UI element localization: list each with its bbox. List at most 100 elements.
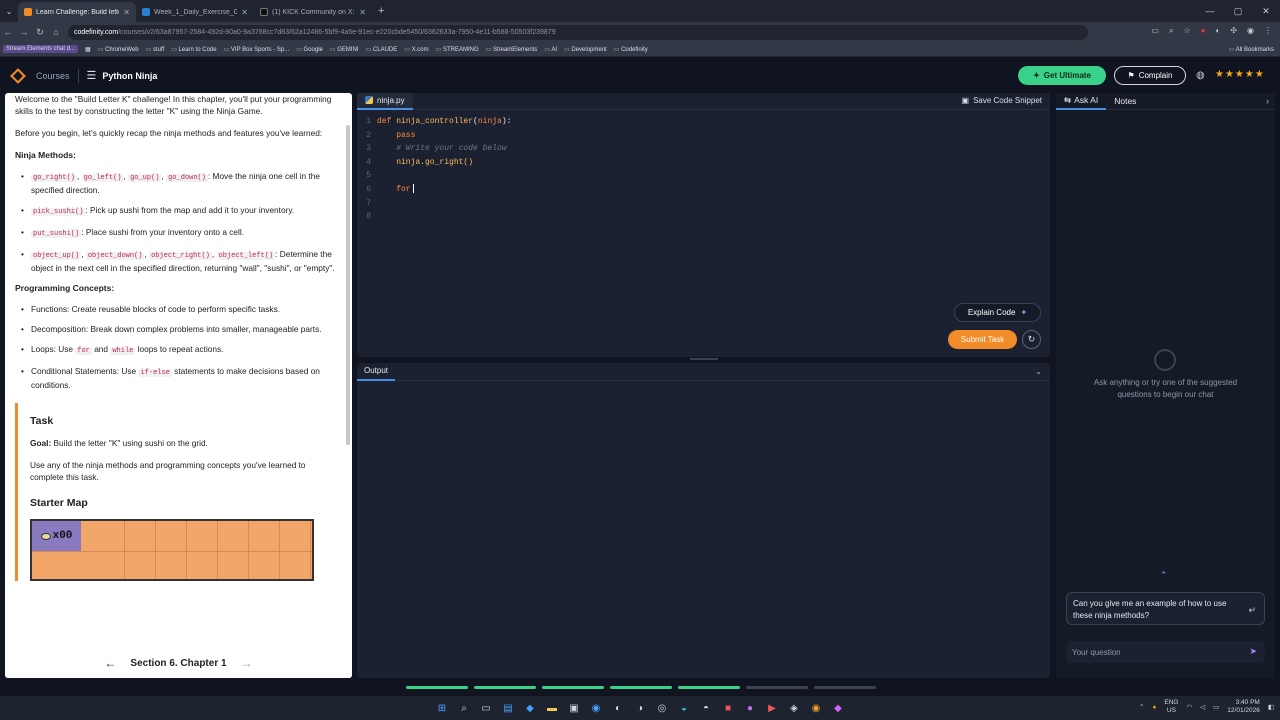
language-indicator[interactable]: ENG US bbox=[1164, 699, 1178, 715]
bookmark-item[interactable]: STREAMING bbox=[436, 46, 479, 53]
app-icon[interactable]: ◈ bbox=[785, 699, 803, 717]
chrome-icon[interactable]: ◉ bbox=[807, 699, 825, 717]
app-icon[interactable]: ▶ bbox=[763, 699, 781, 717]
close-tab-icon[interactable]: ✕ bbox=[359, 8, 366, 17]
bookmark-item[interactable]: AI bbox=[544, 46, 557, 53]
minimize-icon[interactable]: — bbox=[1196, 0, 1224, 22]
zoom-icon[interactable]: ⌕ bbox=[1169, 26, 1173, 36]
app-icon[interactable]: ◆ bbox=[829, 699, 847, 717]
widgets-icon[interactable]: ▤ bbox=[499, 699, 517, 717]
bookmark-item[interactable]: Stream Elements chat d... bbox=[3, 45, 79, 53]
extension-icon[interactable]: ● bbox=[1201, 26, 1206, 36]
maximize-icon[interactable]: ▢ bbox=[1224, 0, 1252, 22]
tray-chevron-icon[interactable]: ⌃ bbox=[1139, 703, 1144, 711]
bookmark-item[interactable]: stuff bbox=[146, 46, 164, 53]
close-window-icon[interactable]: ✕ bbox=[1252, 0, 1280, 22]
explain-code-button[interactable]: Explain Code ✦ bbox=[954, 303, 1041, 322]
complain-button[interactable]: ⚑ Complain bbox=[1114, 66, 1186, 85]
app-icon[interactable]: ■ bbox=[719, 699, 737, 717]
bookmark-item[interactable]: CLAUDE bbox=[366, 46, 397, 53]
next-chapter-arrow-icon[interactable]: → bbox=[241, 656, 253, 670]
reload-icon[interactable]: ↻ bbox=[32, 27, 48, 38]
task-view-icon[interactable]: ▭ bbox=[477, 699, 495, 717]
progress-segment[interactable] bbox=[406, 686, 468, 689]
mic-icon[interactable]: ● bbox=[1152, 704, 1156, 711]
steam-icon[interactable]: ◓ bbox=[697, 699, 715, 717]
file-tab[interactable]: ninja.py bbox=[357, 92, 413, 110]
windows-start-icon[interactable]: ⊞ bbox=[433, 699, 451, 717]
new-tab-icon[interactable]: + bbox=[378, 5, 384, 17]
suggested-question[interactable]: Can you give me an example of how to use… bbox=[1066, 592, 1265, 625]
bookmark-item[interactable]: Development bbox=[564, 46, 606, 53]
bookmark-item[interactable]: Google bbox=[296, 46, 323, 53]
get-ultimate-button[interactable]: ✦ Get Ultimate bbox=[1018, 66, 1106, 85]
send-icon[interactable]: ➤ bbox=[1249, 646, 1257, 657]
battery-icon[interactable]: ▭ bbox=[1213, 703, 1219, 711]
wifi-icon[interactable]: ◠ bbox=[1186, 703, 1192, 711]
progress-segment[interactable] bbox=[542, 686, 604, 689]
tab-search-icon[interactable]: ⌄ bbox=[0, 2, 18, 20]
submit-task-button[interactable]: Submit Task bbox=[948, 330, 1017, 349]
menu-icon[interactable]: ☰ bbox=[87, 69, 97, 82]
save-snippet-button[interactable]: ▣ Save Code Snippet bbox=[962, 96, 1043, 105]
browser-tab-1[interactable]: Learn Challenge: Build letter K | ✕ bbox=[18, 2, 136, 22]
question-input[interactable] bbox=[1072, 647, 1237, 657]
close-tab-icon[interactable]: ✕ bbox=[123, 8, 130, 17]
bookmark-star-icon[interactable]: ☆ bbox=[1183, 26, 1190, 36]
app-icon[interactable]: ◉ bbox=[587, 699, 605, 717]
rating-stars[interactable]: ★★★★★ bbox=[1215, 69, 1265, 80]
app-icon[interactable]: ● bbox=[741, 699, 759, 717]
prev-chapter-arrow-icon[interactable]: ← bbox=[104, 656, 116, 670]
back-icon[interactable]: ← bbox=[0, 27, 16, 37]
bookmark-item[interactable]: Learn to Code bbox=[171, 46, 217, 53]
bookmark-item[interactable]: Codefinity bbox=[614, 46, 648, 53]
lesson-scrollbar[interactable] bbox=[346, 125, 350, 445]
clock[interactable]: 3:40 PM 12/01/2026 bbox=[1227, 699, 1260, 715]
terminal-icon[interactable]: ▣ bbox=[565, 699, 583, 717]
home-icon[interactable]: ⌂ bbox=[48, 27, 64, 37]
output-tab[interactable]: Output bbox=[357, 363, 396, 381]
bookmark-item[interactable]: StreamElements bbox=[486, 46, 537, 53]
forward-icon[interactable]: → bbox=[16, 27, 32, 37]
language-globe-icon[interactable]: ◍ bbox=[1196, 70, 1205, 81]
close-tab-icon[interactable]: ✕ bbox=[241, 8, 248, 17]
expand-suggestions-icon[interactable]: ⌃ bbox=[1160, 570, 1168, 581]
progress-segment[interactable] bbox=[610, 686, 672, 689]
app-icon[interactable]: ◎ bbox=[653, 699, 671, 717]
bookmark-item[interactable]: ChromeWeb bbox=[98, 46, 139, 53]
progress-segment[interactable] bbox=[746, 686, 808, 689]
url-field[interactable]: codefinity.com/courses/v2/63a87957-2584-… bbox=[68, 24, 1088, 40]
codefinity-logo-icon[interactable] bbox=[10, 67, 26, 84]
cast-icon[interactable]: ▭ bbox=[1151, 26, 1159, 36]
browser-tab-3[interactable]: (1) KICK Community on X: "@p ✕ bbox=[254, 2, 372, 22]
puzzle-icon[interactable]: ✣ bbox=[1230, 26, 1237, 36]
volume-icon[interactable]: ◁ bbox=[1200, 703, 1205, 711]
more-icon[interactable]: ⋮ bbox=[1264, 26, 1272, 36]
all-bookmarks[interactable]: All Bookmarks bbox=[1229, 46, 1274, 53]
notification-icon[interactable]: ◧ bbox=[1268, 703, 1274, 711]
profile-icon[interactable]: ◉ bbox=[1247, 26, 1254, 36]
collapse-chevron-icon[interactable]: ⌄ bbox=[1035, 367, 1042, 376]
code-area[interactable]: 1 def ninja_controller(ninja): 2 pass 3 #… bbox=[357, 115, 511, 224]
collapse-panel-icon[interactable]: › bbox=[1266, 96, 1269, 106]
app-icon[interactable]: ◑ bbox=[631, 699, 649, 717]
vscode-icon[interactable]: ◆ bbox=[521, 699, 539, 717]
panel-resize-handle[interactable] bbox=[690, 358, 718, 360]
app-icon[interactable]: ◐ bbox=[609, 699, 627, 717]
file-explorer-icon[interactable]: ▬ bbox=[543, 699, 561, 717]
edge-icon[interactable]: ◒ bbox=[675, 699, 693, 717]
progress-segment[interactable] bbox=[474, 686, 536, 689]
bookmark-item[interactable]: X.com bbox=[404, 46, 429, 53]
courses-link[interactable]: Courses bbox=[36, 71, 70, 81]
tab-notes[interactable]: Notes bbox=[1106, 93, 1144, 110]
search-icon[interactable]: ⌕ bbox=[455, 699, 473, 717]
bookmark-item[interactable]: GEMINI bbox=[330, 46, 358, 53]
extension-icon[interactable]: ◐ bbox=[1215, 26, 1220, 36]
apps-grid-icon[interactable]: ▦ bbox=[85, 46, 91, 53]
bookmark-item[interactable]: VIP Box Sports - Sp... bbox=[224, 46, 289, 53]
browser-tab-2[interactable]: Week_1_Daily_Exercise_Guide.d ✕ bbox=[136, 2, 254, 22]
progress-segment[interactable] bbox=[814, 686, 876, 689]
tab-ask-ai[interactable]: ⇆ Ask AI bbox=[1056, 93, 1107, 110]
reset-code-icon[interactable]: ↻ bbox=[1022, 330, 1041, 349]
progress-segment[interactable] bbox=[678, 686, 740, 689]
